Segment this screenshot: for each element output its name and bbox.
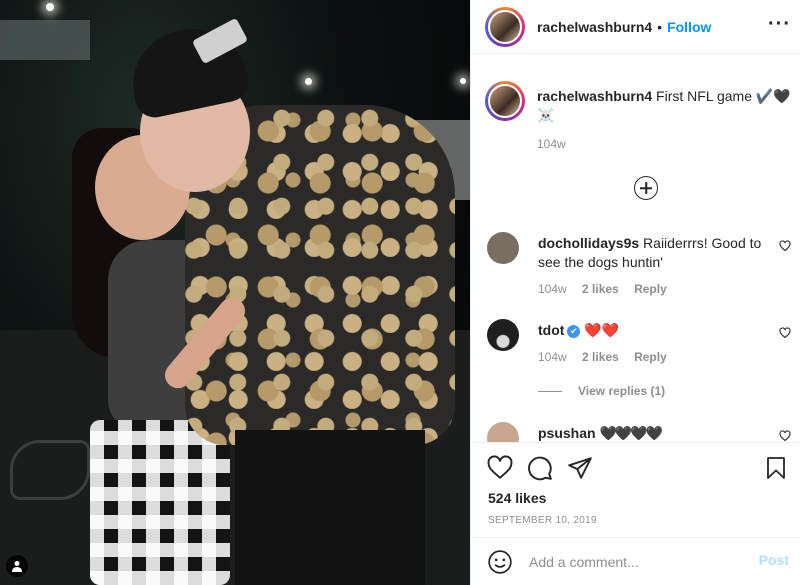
comment-avatar[interactable] — [487, 319, 519, 351]
caption-username[interactable]: rachelwashburn4 — [537, 88, 652, 104]
pavement-marking — [10, 440, 90, 500]
reply-button[interactable]: Reply — [634, 350, 667, 364]
street-lamp — [46, 3, 54, 11]
follow-button[interactable]: Follow — [667, 19, 711, 35]
comment-username[interactable]: dochollidays9s — [538, 235, 639, 251]
comment-username[interactable]: psushan — [538, 425, 596, 441]
header-username[interactable]: rachelwashburn4 — [537, 19, 652, 35]
caption-time: 104w — [537, 137, 566, 151]
separator-dot: • — [657, 18, 663, 35]
man-pants — [235, 430, 425, 585]
save-bookmark-icon[interactable] — [764, 455, 788, 481]
caption-avatar[interactable] — [485, 81, 525, 121]
street-lamp — [460, 78, 466, 84]
comment-icon[interactable] — [527, 455, 553, 481]
post-photo[interactable] — [0, 0, 470, 585]
post-header: rachelwashburn4 • Follow ··· — [471, 0, 800, 54]
likes-count[interactable]: 524 likes — [488, 490, 546, 506]
comments-section[interactable]: rachelwashburn4 First NFL game ✔️🖤☠️ 104… — [471, 55, 800, 442]
header-avatar[interactable] — [485, 6, 525, 47]
view-replies-button[interactable]: View replies (1) — [538, 384, 665, 398]
view-replies-label: View replies (1) — [578, 384, 666, 398]
plaid-shirt — [90, 420, 230, 585]
post-actions: 524 likes SEPTEMBER 10, 2019 — [471, 442, 800, 537]
emoji-icon[interactable] — [487, 549, 513, 575]
comment-item: dochollidays9s Raiiderrrs! Good to see t… — [487, 232, 797, 302]
more-options-icon[interactable]: ··· — [768, 14, 791, 34]
comment-time: 104w — [538, 282, 567, 296]
load-more-comments-icon[interactable] — [634, 176, 658, 200]
share-icon[interactable] — [567, 455, 593, 481]
reply-button[interactable]: Reply — [634, 282, 667, 296]
replies-divider — [538, 390, 562, 392]
comment-item: tdot ✔ ❤️❤️ 104w 2 likes Reply — [487, 319, 797, 389]
add-comment-bar: Post — [471, 537, 800, 585]
street-lamp — [305, 78, 312, 85]
like-comment-heart-icon[interactable] — [779, 430, 791, 442]
comment-avatar[interactable] — [487, 232, 519, 264]
comment-text: 🖤🖤🖤🖤 — [599, 425, 663, 441]
person-icon[interactable] — [6, 555, 28, 577]
comment-likes[interactable]: 2 likes — [582, 350, 619, 364]
like-heart-icon[interactable] — [487, 455, 513, 481]
comment-time: 104w — [538, 350, 567, 364]
like-comment-heart-icon[interactable] — [779, 327, 791, 339]
comment-meta: 104w 2 likes Reply — [538, 282, 679, 296]
comment-avatar[interactable] — [487, 422, 519, 442]
post-date: SEPTEMBER 10, 2019 — [488, 515, 597, 526]
background-wall — [0, 20, 90, 60]
comment-input[interactable] — [529, 553, 749, 570]
comment-item: psushan 🖤🖤🖤🖤 — [487, 422, 797, 442]
comment-likes[interactable]: 2 likes — [582, 282, 619, 296]
comment-meta: 104w 2 likes Reply — [538, 350, 679, 364]
verified-badge-icon: ✔ — [567, 324, 581, 338]
comment-text: ❤️❤️ — [584, 322, 620, 338]
like-comment-heart-icon[interactable] — [779, 240, 791, 252]
comment-username[interactable]: tdot — [538, 322, 564, 338]
post-side-panel: rachelwashburn4 • Follow ··· rachelwashb… — [470, 0, 800, 585]
post-comment-button[interactable]: Post — [759, 552, 789, 568]
